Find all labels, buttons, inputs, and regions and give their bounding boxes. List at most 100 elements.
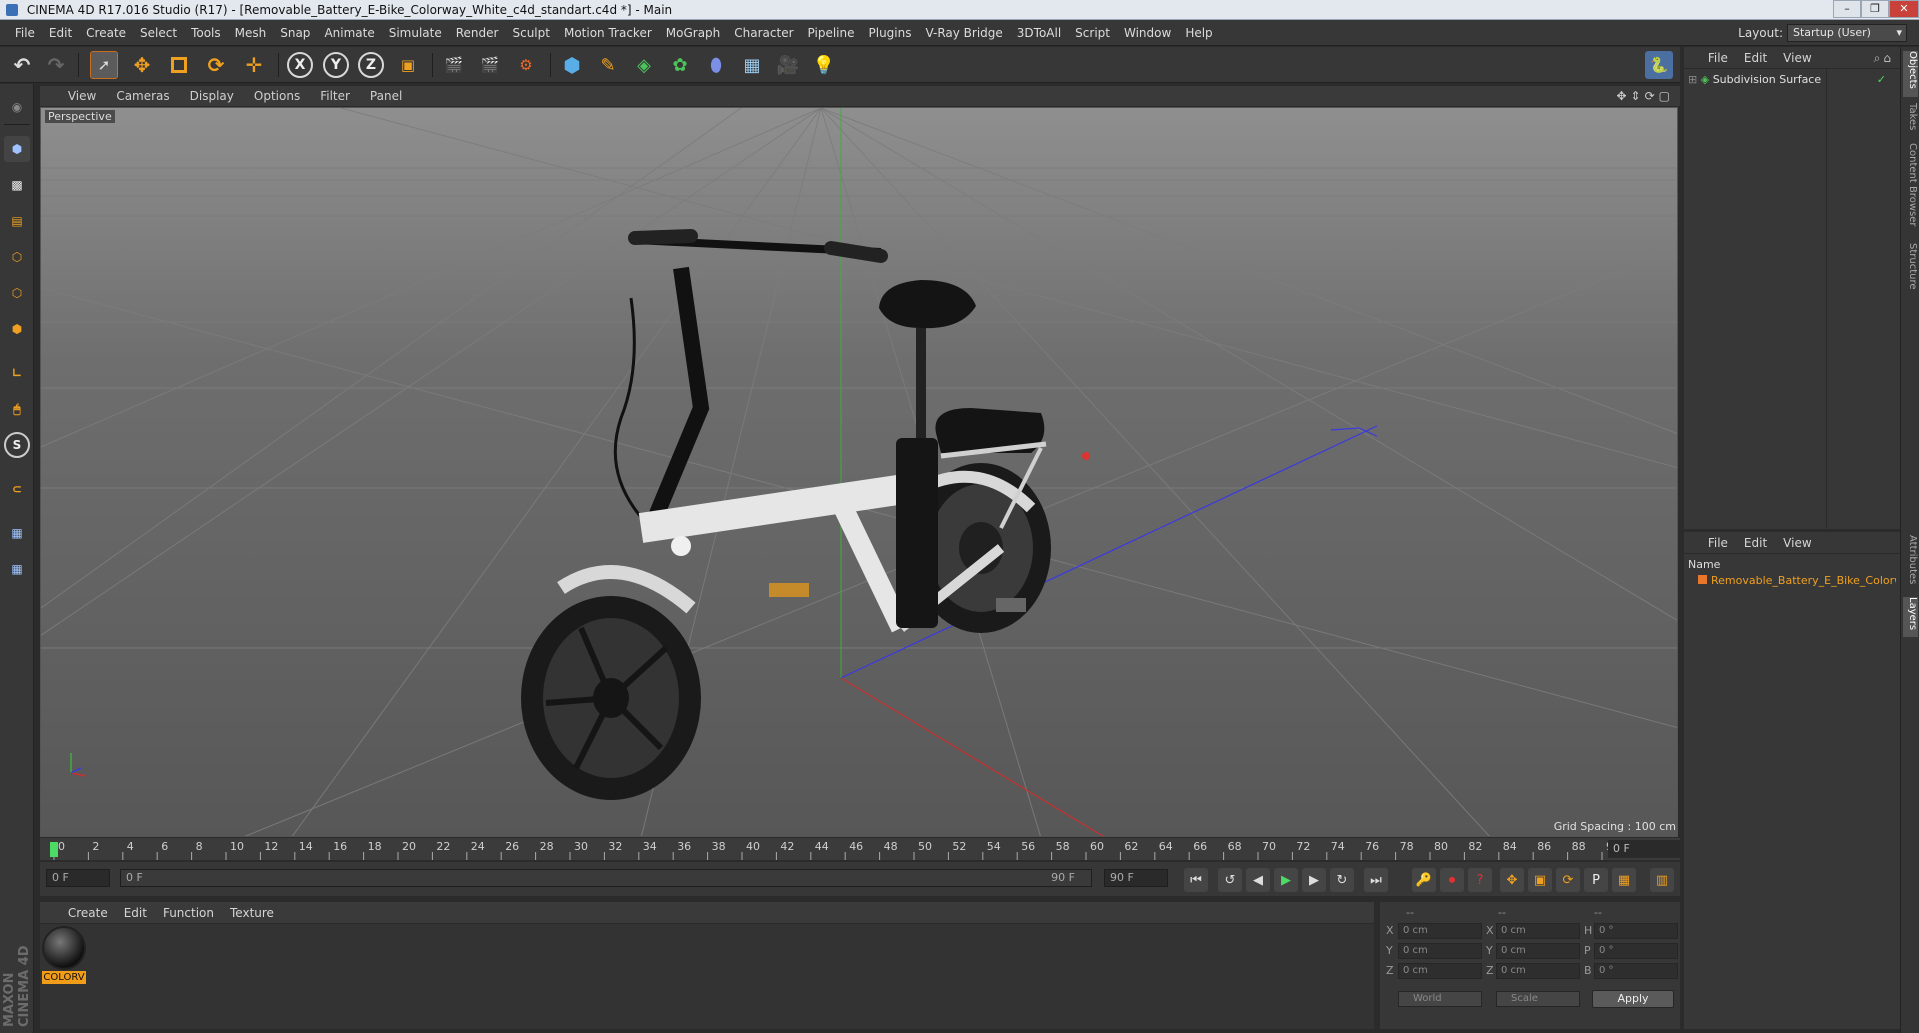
key-scale-icon[interactable]: ▣ [1528,868,1552,892]
tweak-mode-icon[interactable]: 🖱 [4,396,30,422]
python-icon[interactable]: 🐍 [1645,51,1673,79]
layers-menu-view[interactable]: View [1775,532,1819,554]
menu-window[interactable]: Window [1117,20,1178,46]
lock-x-axis-button[interactable]: X [287,52,313,78]
menu-create[interactable]: Create [79,20,133,46]
coordinate-system-icon[interactable]: ▣ [394,51,422,79]
model-mode-icon[interactable]: ⬢ [4,136,30,162]
play-icon[interactable]: ▶ [1274,868,1298,892]
magnet-icon[interactable]: ⊂ [4,476,30,502]
key-icon[interactable]: 🔑 [1412,868,1436,892]
menu-script[interactable]: Script [1068,20,1117,46]
pos-z-field[interactable]: 0 cm [1398,963,1482,979]
layer-row[interactable]: Removable_Battery_E_Bike_Colorw [1688,572,1896,590]
subdivision-surface-icon[interactable]: ◈ [630,51,658,79]
maximize-button[interactable]: ❐ [1861,0,1889,18]
prev-frame-icon[interactable]: ◀ [1246,868,1270,892]
pos-x-field[interactable]: 0 cm [1398,923,1482,939]
size-y-field[interactable]: 0 cm [1496,943,1580,959]
viewport-menu-view[interactable]: View [58,86,106,106]
tab-content-browser[interactable]: Content Browser [1903,143,1918,237]
material-menu-create[interactable]: Create [60,902,116,924]
rot-h-field[interactable]: 0 ° [1594,923,1678,939]
cloner-icon[interactable]: ✿ [666,51,694,79]
menu-character[interactable]: Character [727,20,800,46]
lock-z-axis-button[interactable]: Z [358,52,384,78]
3d-viewport[interactable] [40,107,1678,837]
menu-select[interactable]: Select [133,20,184,46]
menu-plugins[interactable]: Plugins [862,20,919,46]
texture-mode-icon[interactable]: ▩ [4,172,30,198]
layers-menu-file[interactable]: File [1700,532,1736,554]
viewport-menu-display[interactable]: Display [180,86,244,106]
render-picture-viewer-icon[interactable]: 🎬 [476,51,504,79]
transform-icon[interactable]: ✛ [240,51,268,79]
material-name[interactable]: COLORV [42,971,86,984]
lock-y-axis-button[interactable]: Y [323,52,349,78]
size-x-field[interactable]: 0 cm [1496,923,1580,939]
menu-mograph[interactable]: MoGraph [659,20,728,46]
snap-icon[interactable]: S [4,432,30,458]
end-frame-field[interactable]: 90 F [1104,869,1168,887]
scale-icon[interactable] [165,51,193,79]
render-view-icon[interactable]: 🎬 [440,51,468,79]
rot-b-field[interactable]: 0 ° [1594,963,1678,979]
viewport-menu-options[interactable]: Options [244,86,310,106]
key-rotation-icon[interactable]: ⟳ [1556,868,1580,892]
size-mode-dropdown[interactable]: Scale [1496,991,1580,1007]
next-key-icon[interactable]: ↻ [1330,868,1354,892]
tab-attributes[interactable]: Attributes [1903,535,1918,591]
menu-3dtoall[interactable]: 3DToAll [1010,20,1068,46]
record-icon[interactable]: ⏺ [1440,868,1464,892]
layout-dropdown[interactable]: Startup (User) ▾ [1787,24,1907,42]
apply-button[interactable]: Apply [1592,990,1674,1008]
viewport-menu-panel[interactable]: Panel [360,86,412,106]
points-mode-icon[interactable]: ⬡ [4,244,30,270]
timeline-window-icon[interactable]: ▥ [1650,868,1674,892]
tab-objects[interactable]: Objects [1903,51,1918,97]
pos-y-field[interactable]: 0 cm [1398,943,1482,959]
move-icon[interactable]: ✥ [128,51,156,79]
cube-primitive-icon[interactable]: ⬢ [558,51,586,79]
prev-key-icon[interactable]: ↺ [1218,868,1242,892]
workplane-lock-icon[interactable]: ▦ [4,520,30,546]
checkmark-icon[interactable]: ✓ [1877,71,1886,89]
rotate-icon[interactable]: ⟳ [202,51,230,79]
tab-takes[interactable]: Takes [1903,103,1918,137]
grid-lock-icon[interactable]: ▦ [4,556,30,582]
frame-range-slider[interactable]: 0 F 90 F [120,869,1092,887]
workplane-icon[interactable]: ▤ [4,208,30,234]
menu-help[interactable]: Help [1178,20,1219,46]
viewport-menu-cameras[interactable]: Cameras [106,86,179,106]
layers-menu-edit[interactable]: Edit [1736,532,1775,554]
objects-menu-edit[interactable]: Edit [1736,47,1775,69]
goto-end-icon[interactable]: ⏭ [1364,868,1388,892]
select-arrow-icon[interactable]: ➚ [90,51,118,79]
undo-icon[interactable]: ↶ [8,51,36,79]
playhead[interactable] [50,842,58,857]
tab-layers[interactable]: Layers [1903,597,1918,637]
size-z-field[interactable]: 0 cm [1496,963,1580,979]
key-position-icon[interactable]: ✥ [1500,868,1524,892]
object-row-subdivision-surface[interactable]: ⊞ ◈ Subdivision Surface ✓ [1688,71,1894,89]
close-button[interactable]: ✕ [1889,0,1919,18]
material-menu-function[interactable]: Function [155,902,222,924]
menu-sculpt[interactable]: Sculpt [505,20,556,46]
goto-start-icon[interactable]: ⏮ [1184,868,1208,892]
coordinate-space-dropdown[interactable]: World [1398,991,1482,1007]
menu-mesh[interactable]: Mesh [228,20,274,46]
objects-menu-file[interactable]: File [1700,47,1736,69]
key-pla-icon[interactable]: ▦ [1612,868,1636,892]
menu-animate[interactable]: Animate [317,20,381,46]
layer-color-swatch[interactable] [1698,575,1707,584]
polygons-mode-icon[interactable]: ⬢ [4,316,30,342]
rot-p-field[interactable]: 0 ° [1594,943,1678,959]
render-settings-icon[interactable]: ⚙ [512,51,540,79]
viewport-menu-filter[interactable]: Filter [310,86,360,106]
menu-render[interactable]: Render [449,20,506,46]
floor-icon[interactable]: ▦ [738,51,766,79]
camera-icon[interactable]: 🎥 [774,51,802,79]
axis-mode-icon[interactable]: ∟ [4,360,30,386]
edges-mode-icon[interactable]: ⬡ [4,280,30,306]
search-icon[interactable]: ⌕⌂ [1874,47,1894,69]
